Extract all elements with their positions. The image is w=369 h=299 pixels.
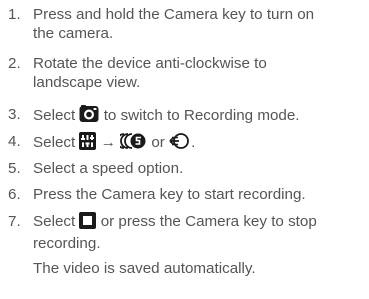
slow-speed-icon: [169, 132, 191, 155]
steps-list: 1. Press and hold the Camera key to turn…: [0, 0, 369, 299]
settings-icon: [79, 132, 97, 155]
camera-switch-icon: [79, 105, 99, 128]
step-text: recording.: [33, 235, 101, 252]
step-text: to switch to Recording mode.: [103, 107, 300, 124]
step-text: the camera.: [33, 25, 114, 42]
step-number: 1.: [8, 6, 21, 23]
step-number: 6.: [8, 186, 21, 203]
step-number: 3.: [8, 106, 21, 123]
step-text: .: [191, 134, 196, 151]
step-number: 7.: [8, 213, 21, 230]
step-text: or press the Camera key to stop: [100, 213, 317, 230]
step-number: 2.: [8, 55, 21, 72]
stop-icon: [79, 212, 97, 234]
step-text: Select a speed option.: [33, 160, 184, 177]
step-text: Press the Camera key to start recording.: [33, 186, 306, 203]
step-text: Rotate the device anti-clockwise to: [33, 55, 267, 72]
fast-speed-icon: [116, 132, 147, 155]
note-text: The video is saved automatically.: [33, 260, 256, 277]
step-text: Press and hold the Camera key to turn on: [33, 6, 315, 23]
step-text: Select: [33, 134, 76, 151]
arrow-glyph: →: [100, 134, 116, 151]
step-text: or: [151, 134, 165, 151]
step-number: 5.: [8, 160, 21, 177]
step-text: Select: [33, 213, 76, 230]
step-text: landscape view.: [33, 74, 141, 91]
step-number: 4.: [8, 133, 21, 150]
step-text: Select: [33, 107, 76, 124]
